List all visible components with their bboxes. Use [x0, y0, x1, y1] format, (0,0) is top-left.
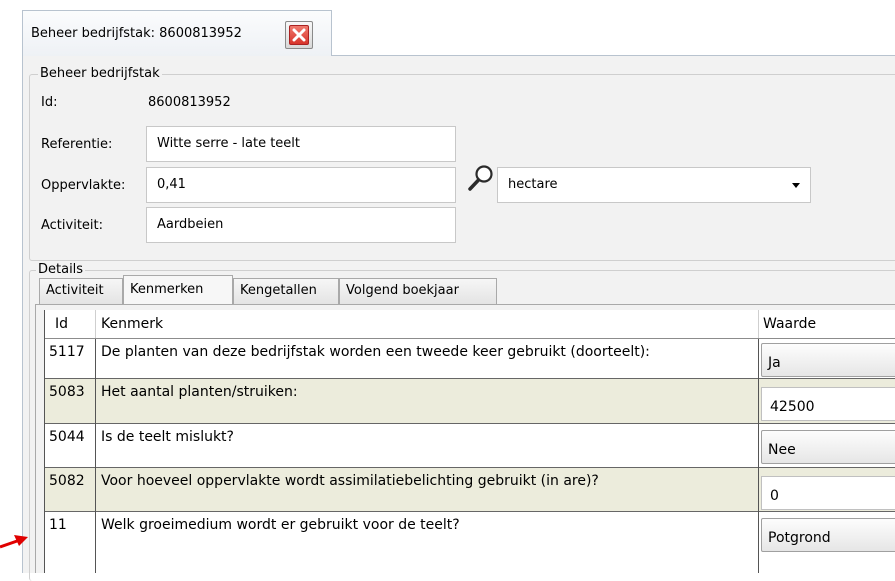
beheer-panel: Beheer bedrijfstak Id: 8600813952 Refere…	[22, 56, 895, 581]
grid-header: Id Kenmerk Waarde	[45, 310, 895, 339]
table-row[interactable]: 5117 De planten van deze bedrijfstak wor…	[45, 339, 895, 379]
referentie-field[interactable]: Witte serre - late teelt	[146, 126, 456, 162]
document-tab-title: Beheer bedrijfstak: 8600813952	[31, 26, 242, 41]
id-label: Id:	[41, 95, 58, 110]
unit-dropdown[interactable]: hectare	[497, 167, 811, 203]
column-divider	[758, 310, 759, 338]
tab-volgend-boekjaar[interactable]: Volgend boekjaar	[339, 278, 497, 304]
document-tab[interactable]: Beheer bedrijfstak: 8600813952	[22, 10, 332, 56]
oppervlakte-field[interactable]: 0,41	[146, 167, 456, 203]
row-id: 5117	[49, 344, 85, 360]
id-value: 8600813952	[148, 95, 231, 110]
beheer-legend: Beheer bedrijfstak	[38, 66, 162, 81]
kenmerken-grid: Id Kenmerk Waarde 5117 De planten van de…	[44, 310, 895, 573]
window: Beheer bedrijfstak: 8600813952 Beheer be…	[22, 10, 895, 581]
unit-dropdown-value: hectare	[508, 177, 558, 192]
column-header-waarde[interactable]: Waarde	[763, 316, 816, 332]
waarde-field[interactable]: 42500	[761, 387, 895, 421]
row-kenmerk: Voor hoeveel oppervlakte wordt assimilat…	[101, 473, 599, 489]
activiteit-field[interactable]: Aardbeien	[146, 207, 456, 243]
row-kenmerk: Het aantal planten/struiken:	[101, 384, 298, 400]
column-header-id[interactable]: Id	[55, 316, 68, 332]
waarde-combo[interactable]: Potgrond	[761, 518, 895, 552]
row-id: 5082	[49, 473, 85, 489]
referentie-label: Referentie:	[41, 137, 113, 152]
tab-kengetallen[interactable]: Kengetallen	[233, 278, 339, 304]
details-legend: Details	[36, 262, 86, 277]
row-kenmerk: Is de teelt mislukt?	[101, 429, 234, 445]
annotation-arrow-icon	[0, 535, 28, 549]
waarde-combo[interactable]: Ja	[761, 343, 895, 377]
row-kenmerk: Welk groeimedium wordt er gebruikt voor …	[101, 517, 460, 533]
activiteit-label: Activiteit:	[41, 218, 104, 233]
column-divider	[95, 339, 96, 573]
oppervlakte-label: Oppervlakte:	[41, 178, 126, 193]
table-row[interactable]: 5083 Het aantal planten/struiken: 42500	[45, 379, 895, 424]
waarde-combo[interactable]: Nee	[761, 430, 895, 464]
row-id: 11	[49, 517, 67, 533]
search-icon[interactable]	[467, 163, 495, 193]
table-row[interactable]: 5082 Voor hoeveel oppervlakte wordt assi…	[45, 468, 895, 512]
row-id: 5044	[49, 429, 85, 445]
row-kenmerk: De planten van deze bedrijfstak worden e…	[101, 344, 650, 360]
table-row[interactable]: 5044 Is de teelt mislukt? Nee	[45, 424, 895, 468]
close-icon	[289, 25, 309, 45]
table-row[interactable]: 11 Welk groeimedium wordt er gebruikt vo…	[45, 512, 895, 572]
column-header-kenmerk[interactable]: Kenmerk	[101, 316, 163, 332]
row-id: 5083	[49, 384, 85, 400]
tab-kenmerken[interactable]: Kenmerken	[123, 275, 233, 305]
close-button[interactable]	[285, 21, 313, 49]
tab-activiteit[interactable]: Activiteit	[39, 278, 123, 304]
column-divider	[758, 339, 759, 573]
waarde-field[interactable]: 0	[761, 476, 895, 510]
chevron-down-icon	[792, 183, 800, 188]
column-divider	[95, 310, 96, 338]
kenmerken-tab-body: Id Kenmerk Waarde 5117 De planten van de…	[35, 304, 895, 573]
